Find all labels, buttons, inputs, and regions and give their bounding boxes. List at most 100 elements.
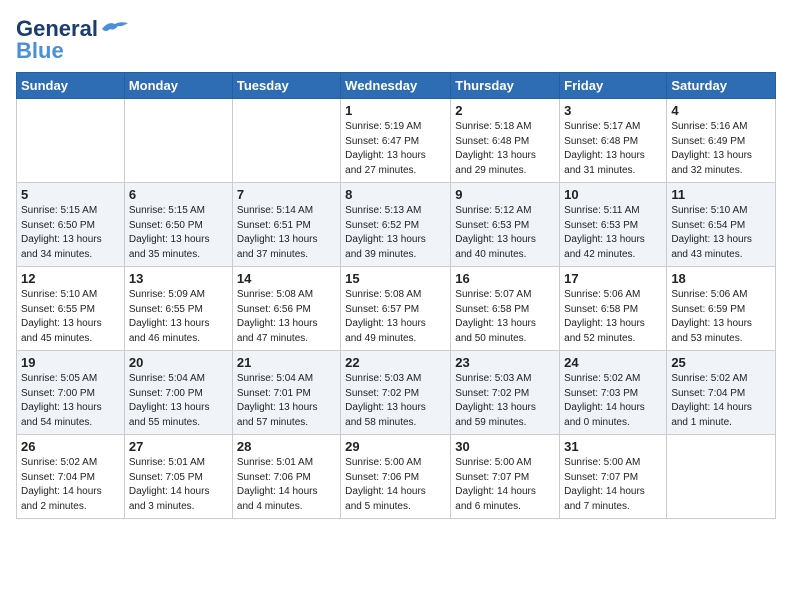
logo: General Blue — [16, 16, 130, 64]
day-number: 25 — [671, 355, 771, 370]
day-number: 13 — [129, 271, 228, 286]
cell-content: Sunrise: 5:10 AM Sunset: 6:55 PM Dayligh… — [21, 288, 120, 346]
calendar-cell: 5 Sunrise: 5:15 AM Sunset: 6:50 PM Daylig… — [17, 183, 125, 267]
calendar-cell: 17 Sunrise: 5:06 AM Sunset: 6:58 PM Dayli… — [560, 267, 667, 351]
day-number: 10 — [564, 187, 662, 202]
day-number: 9 — [455, 187, 555, 202]
cell-content: Sunrise: 5:03 AM Sunset: 7:02 PM Dayligh… — [455, 372, 555, 430]
cell-content: Sunrise: 5:08 AM Sunset: 6:57 PM Dayligh… — [345, 288, 446, 346]
calendar-cell: 24 Sunrise: 5:02 AM Sunset: 7:03 PM Dayli… — [560, 351, 667, 435]
cell-content: Sunrise: 5:06 AM Sunset: 6:58 PM Dayligh… — [564, 288, 662, 346]
day-number: 20 — [129, 355, 228, 370]
cell-content: Sunrise: 5:19 AM Sunset: 6:47 PM Dayligh… — [345, 120, 446, 178]
calendar-cell: 8 Sunrise: 5:13 AM Sunset: 6:52 PM Daylig… — [341, 183, 451, 267]
cell-content: Sunrise: 5:12 AM Sunset: 6:53 PM Dayligh… — [455, 204, 555, 262]
calendar-cell: 1 Sunrise: 5:19 AM Sunset: 6:47 PM Daylig… — [341, 99, 451, 183]
day-header-saturday: Saturday — [667, 73, 776, 99]
day-number: 17 — [564, 271, 662, 286]
day-number: 8 — [345, 187, 446, 202]
day-number: 14 — [237, 271, 336, 286]
calendar-cell: 31 Sunrise: 5:00 AM Sunset: 7:07 PM Dayli… — [560, 435, 667, 519]
cell-content: Sunrise: 5:01 AM Sunset: 7:05 PM Dayligh… — [129, 456, 228, 514]
calendar-table: SundayMondayTuesdayWednesdayThursdayFrid… — [16, 72, 776, 519]
calendar-cell: 23 Sunrise: 5:03 AM Sunset: 7:02 PM Dayli… — [451, 351, 560, 435]
day-header-tuesday: Tuesday — [232, 73, 340, 99]
day-number: 18 — [671, 271, 771, 286]
calendar-cell: 22Sunrise: 5:03 AM Sunset: 7:02 PM Dayli… — [341, 351, 451, 435]
calendar-cell: 14 Sunrise: 5:08 AM Sunset: 6:56 PM Dayli… — [232, 267, 340, 351]
day-number: 31 — [564, 439, 662, 454]
cell-content: Sunrise: 5:08 AM Sunset: 6:56 PM Dayligh… — [237, 288, 336, 346]
calendar-cell: 19 Sunrise: 5:05 AM Sunset: 7:00 PM Dayli… — [17, 351, 125, 435]
cell-content: Sunrise: 5:16 AM Sunset: 6:49 PM Dayligh… — [671, 120, 771, 178]
calendar-cell: 2 Sunrise: 5:18 AM Sunset: 6:48 PM Daylig… — [451, 99, 560, 183]
day-number: 1 — [345, 103, 446, 118]
day-number: 26 — [21, 439, 120, 454]
day-number: 2 — [455, 103, 555, 118]
calendar-cell — [124, 99, 232, 183]
calendar-cell — [17, 99, 125, 183]
cell-content: Sunrise: 5:18 AM Sunset: 6:48 PM Dayligh… — [455, 120, 555, 178]
cell-content: Sunrise: 5:13 AM Sunset: 6:52 PM Dayligh… — [345, 204, 446, 262]
day-number: 6 — [129, 187, 228, 202]
day-number: 12 — [21, 271, 120, 286]
day-number: 4 — [671, 103, 771, 118]
calendar-week-3: 12 Sunrise: 5:10 AM Sunset: 6:55 PM Dayli… — [17, 267, 776, 351]
day-number: 5 — [21, 187, 120, 202]
calendar-cell: 30 Sunrise: 5:00 AM Sunset: 7:07 PM Dayli… — [451, 435, 560, 519]
calendar-cell: 29 Sunrise: 5:00 AM Sunset: 7:06 PM Dayli… — [341, 435, 451, 519]
calendar-cell: 28Sunrise: 5:01 AM Sunset: 7:06 PM Dayli… — [232, 435, 340, 519]
day-header-thursday: Thursday — [451, 73, 560, 99]
calendar-cell: 7 Sunrise: 5:14 AM Sunset: 6:51 PM Daylig… — [232, 183, 340, 267]
day-number: 30 — [455, 439, 555, 454]
cell-content: Sunrise: 5:10 AM Sunset: 6:54 PM Dayligh… — [671, 204, 771, 262]
cell-content: Sunrise: 5:15 AM Sunset: 6:50 PM Dayligh… — [129, 204, 228, 262]
day-header-friday: Friday — [560, 73, 667, 99]
logo-bird-icon — [100, 19, 130, 39]
day-number: 22 — [345, 355, 446, 370]
cell-content: Sunrise: 5:11 AM Sunset: 6:53 PM Dayligh… — [564, 204, 662, 262]
calendar-week-2: 5 Sunrise: 5:15 AM Sunset: 6:50 PM Daylig… — [17, 183, 776, 267]
day-number: 19 — [21, 355, 120, 370]
cell-content: Sunrise: 5:15 AM Sunset: 6:50 PM Dayligh… — [21, 204, 120, 262]
cell-content: Sunrise: 5:00 AM Sunset: 7:07 PM Dayligh… — [564, 456, 662, 514]
calendar-cell: 16Sunrise: 5:07 AM Sunset: 6:58 PM Dayli… — [451, 267, 560, 351]
page-header: General Blue — [16, 16, 776, 64]
day-number: 11 — [671, 187, 771, 202]
day-number: 7 — [237, 187, 336, 202]
calendar-cell: 10 Sunrise: 5:11 AM Sunset: 6:53 PM Dayli… — [560, 183, 667, 267]
cell-content: Sunrise: 5:14 AM Sunset: 6:51 PM Dayligh… — [237, 204, 336, 262]
cell-content: Sunrise: 5:02 AM Sunset: 7:03 PM Dayligh… — [564, 372, 662, 430]
calendar-header-row: SundayMondayTuesdayWednesdayThursdayFrid… — [17, 73, 776, 99]
day-header-wednesday: Wednesday — [341, 73, 451, 99]
calendar-cell: 25 Sunrise: 5:02 AM Sunset: 7:04 PM Dayli… — [667, 351, 776, 435]
day-number: 24 — [564, 355, 662, 370]
day-number: 23 — [455, 355, 555, 370]
calendar-cell: 15Sunrise: 5:08 AM Sunset: 6:57 PM Dayli… — [341, 267, 451, 351]
cell-content: Sunrise: 5:02 AM Sunset: 7:04 PM Dayligh… — [671, 372, 771, 430]
day-header-monday: Monday — [124, 73, 232, 99]
day-number: 21 — [237, 355, 336, 370]
calendar-cell: 20 Sunrise: 5:04 AM Sunset: 7:00 PM Dayli… — [124, 351, 232, 435]
day-number: 16 — [455, 271, 555, 286]
calendar-cell: 3Sunrise: 5:17 AM Sunset: 6:48 PM Daylig… — [560, 99, 667, 183]
calendar-cell: 26 Sunrise: 5:02 AM Sunset: 7:04 PM Dayli… — [17, 435, 125, 519]
cell-content: Sunrise: 5:00 AM Sunset: 7:07 PM Dayligh… — [455, 456, 555, 514]
calendar-cell: 11 Sunrise: 5:10 AM Sunset: 6:54 PM Dayli… — [667, 183, 776, 267]
cell-content: Sunrise: 5:05 AM Sunset: 7:00 PM Dayligh… — [21, 372, 120, 430]
calendar-week-5: 26 Sunrise: 5:02 AM Sunset: 7:04 PM Dayli… — [17, 435, 776, 519]
day-number: 29 — [345, 439, 446, 454]
day-number: 27 — [129, 439, 228, 454]
cell-content: Sunrise: 5:17 AM Sunset: 6:48 PM Dayligh… — [564, 120, 662, 178]
calendar-cell: 18Sunrise: 5:06 AM Sunset: 6:59 PM Dayli… — [667, 267, 776, 351]
day-number: 28 — [237, 439, 336, 454]
cell-content: Sunrise: 5:02 AM Sunset: 7:04 PM Dayligh… — [21, 456, 120, 514]
cell-content: Sunrise: 5:00 AM Sunset: 7:06 PM Dayligh… — [345, 456, 446, 514]
calendar-week-4: 19 Sunrise: 5:05 AM Sunset: 7:00 PM Dayli… — [17, 351, 776, 435]
cell-content: Sunrise: 5:04 AM Sunset: 7:00 PM Dayligh… — [129, 372, 228, 430]
calendar-cell: 21Sunrise: 5:04 AM Sunset: 7:01 PM Dayli… — [232, 351, 340, 435]
cell-content: Sunrise: 5:09 AM Sunset: 6:55 PM Dayligh… — [129, 288, 228, 346]
calendar-cell: 12 Sunrise: 5:10 AM Sunset: 6:55 PM Dayli… — [17, 267, 125, 351]
calendar-cell: 4 Sunrise: 5:16 AM Sunset: 6:49 PM Daylig… — [667, 99, 776, 183]
calendar-cell: 27 Sunrise: 5:01 AM Sunset: 7:05 PM Dayli… — [124, 435, 232, 519]
